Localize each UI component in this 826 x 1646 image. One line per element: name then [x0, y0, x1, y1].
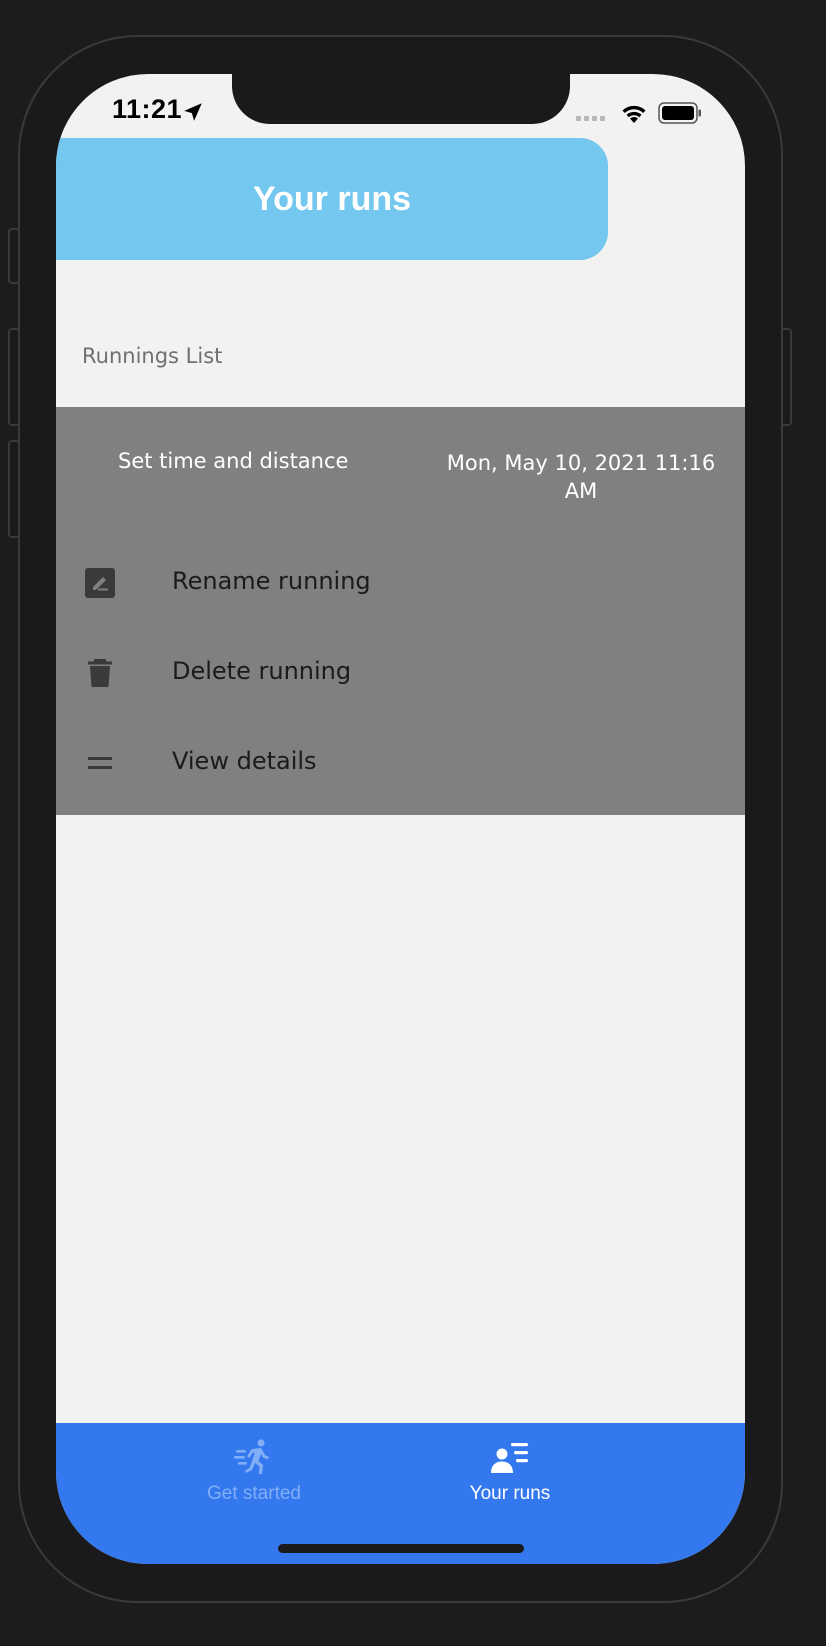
rename-running-action[interactable]: Rename running [56, 543, 745, 623]
wifi-icon [622, 105, 646, 123]
rename-running-label: Rename running [172, 567, 371, 595]
notch [232, 74, 570, 124]
equals-icon [88, 757, 112, 769]
trash-icon [88, 659, 112, 687]
battery-icon [658, 102, 701, 124]
tab-your-runs[interactable]: Your runs [410, 1431, 610, 1511]
delete-running-label: Delete running [172, 657, 352, 685]
running-list-item: Set time and distance Mon, May 10, 2021 … [56, 407, 745, 815]
page-title: Your runs [252, 179, 412, 218]
tab-bar: Get started Your runs [56, 1423, 745, 1564]
tab-get-started-label: Get started [207, 1483, 301, 1504]
view-details-action[interactable]: View details [56, 723, 745, 803]
home-indicator[interactable] [278, 1544, 524, 1553]
view-details-label: View details [172, 747, 317, 775]
header-banner: Your runs [56, 138, 608, 260]
delete-running-action[interactable]: Delete running [56, 633, 745, 713]
screen: 11:21 Your runs Runnings List Set time a… [56, 74, 745, 1564]
signal-icon [576, 116, 605, 121]
location-arrow-icon [184, 103, 202, 121]
running-date: Mon, May 10, 2021 11:16 AM [446, 451, 716, 503]
edit-icon [85, 568, 115, 598]
running-person-icon [234, 1439, 269, 1474]
running-summary[interactable]: Set time and distance Mon, May 10, 2021 … [56, 407, 745, 527]
running-title: Set time and distance [118, 449, 349, 473]
user-list-icon [491, 1443, 528, 1473]
tab-your-runs-label: Your runs [469, 1483, 551, 1504]
section-label: Runnings List [82, 344, 223, 368]
status-time: 11:21 [112, 94, 183, 124]
tab-get-started[interactable]: Get started [154, 1431, 354, 1511]
